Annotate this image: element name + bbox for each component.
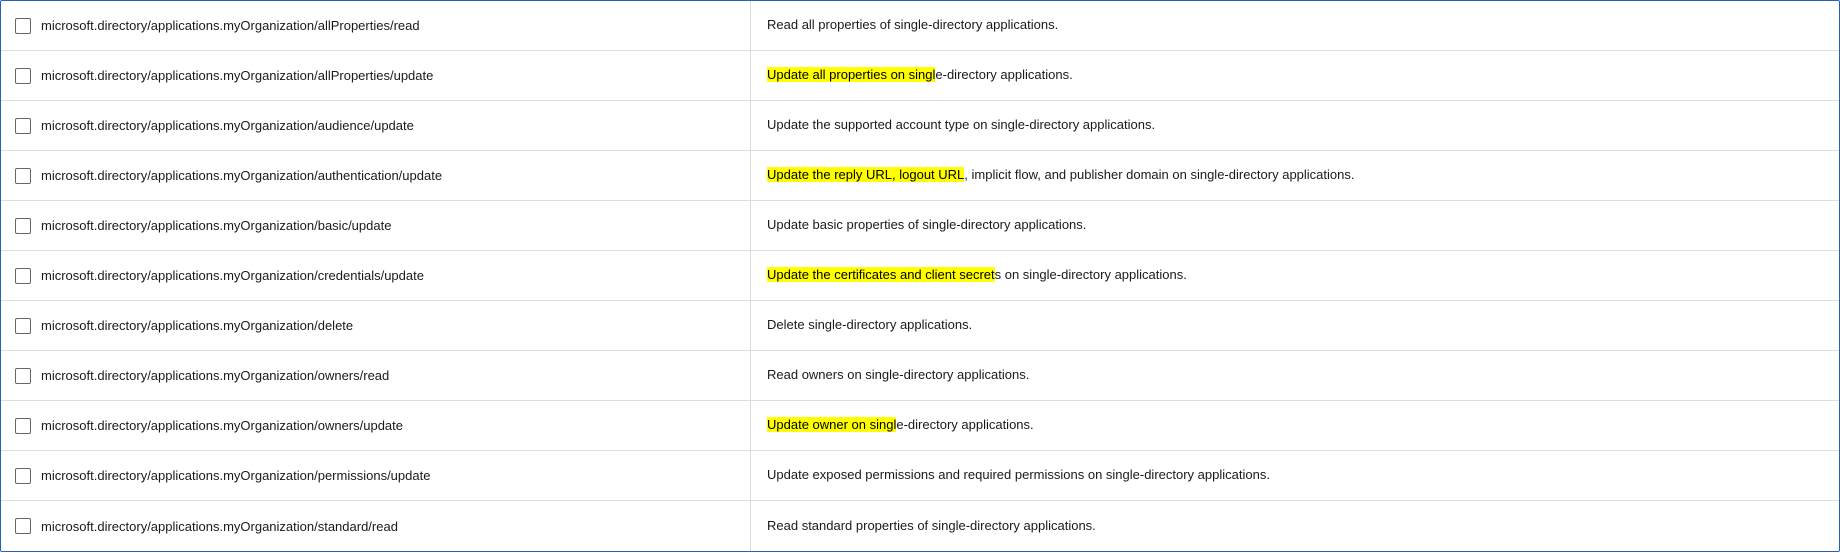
permission-name: microsoft.directory/applications.myOrgan… — [41, 18, 420, 33]
description-text: Update basic properties of single-direct… — [767, 216, 1086, 234]
permissions-table: microsoft.directory/applications.myOrgan… — [0, 0, 1840, 552]
table-row: microsoft.directory/applications.myOrgan… — [1, 451, 1839, 501]
permission-name: microsoft.directory/applications.myOrgan… — [41, 418, 403, 433]
description-cell: Update basic properties of single-direct… — [751, 201, 1839, 250]
description-cell: Update the supported account type on sin… — [751, 101, 1839, 150]
permission-cell: microsoft.directory/applications.myOrgan… — [1, 301, 751, 350]
row-checkbox[interactable] — [15, 268, 31, 284]
table-row: microsoft.directory/applications.myOrgan… — [1, 1, 1839, 51]
table-row: microsoft.directory/applications.myOrgan… — [1, 251, 1839, 301]
row-checkbox[interactable] — [15, 118, 31, 134]
table-row: microsoft.directory/applications.myOrgan… — [1, 151, 1839, 201]
row-checkbox[interactable] — [15, 18, 31, 34]
permission-name: microsoft.directory/applications.myOrgan… — [41, 368, 389, 383]
row-checkbox[interactable] — [15, 68, 31, 84]
table-row: microsoft.directory/applications.myOrgan… — [1, 351, 1839, 401]
table-row: microsoft.directory/applications.myOrgan… — [1, 401, 1839, 451]
permission-name: microsoft.directory/applications.myOrgan… — [41, 168, 442, 183]
description-text: Update the supported account type on sin… — [767, 116, 1155, 134]
permission-name: microsoft.directory/applications.myOrgan… — [41, 519, 398, 534]
permission-name: microsoft.directory/applications.myOrgan… — [41, 268, 424, 283]
permission-cell: microsoft.directory/applications.myOrgan… — [1, 1, 751, 50]
permission-name: microsoft.directory/applications.myOrgan… — [41, 318, 353, 333]
description-cell: Update the certificates and client secre… — [751, 251, 1839, 300]
description-cell: Read all properties of single-directory … — [751, 1, 1839, 50]
permission-name: microsoft.directory/applications.myOrgan… — [41, 118, 414, 133]
description-text: Update exposed permissions and required … — [767, 466, 1270, 484]
row-checkbox[interactable] — [15, 518, 31, 534]
description-text: Read standard properties of single-direc… — [767, 517, 1096, 535]
row-checkbox[interactable] — [15, 368, 31, 384]
permission-cell: microsoft.directory/applications.myOrgan… — [1, 201, 751, 250]
table-row: microsoft.directory/applications.myOrgan… — [1, 201, 1839, 251]
table-row: microsoft.directory/applications.myOrgan… — [1, 501, 1839, 551]
description-cell: Update the reply URL, logout URL, implic… — [751, 151, 1839, 200]
row-checkbox[interactable] — [15, 218, 31, 234]
description-cell: Update owner on single-directory applica… — [751, 401, 1839, 450]
permission-name: microsoft.directory/applications.myOrgan… — [41, 68, 433, 83]
description-cell: Update all properties on single-director… — [751, 51, 1839, 100]
row-checkbox[interactable] — [15, 318, 31, 334]
table-row: microsoft.directory/applications.myOrgan… — [1, 101, 1839, 151]
permission-cell: microsoft.directory/applications.myOrgan… — [1, 501, 751, 551]
permission-cell: microsoft.directory/applications.myOrgan… — [1, 101, 751, 150]
permission-cell: microsoft.directory/applications.myOrgan… — [1, 451, 751, 500]
table-row: microsoft.directory/applications.myOrgan… — [1, 301, 1839, 351]
description-text: Update the certificates and client secre… — [767, 266, 1187, 284]
permission-name: microsoft.directory/applications.myOrgan… — [41, 468, 430, 483]
description-text: Update the reply URL, logout URL, implic… — [767, 166, 1354, 184]
permission-cell: microsoft.directory/applications.myOrgan… — [1, 51, 751, 100]
description-text: Read owners on single-directory applicat… — [767, 366, 1029, 384]
description-text: Update owner on single-directory applica… — [767, 416, 1034, 434]
description-cell: Read owners on single-directory applicat… — [751, 351, 1839, 400]
permission-cell: microsoft.directory/applications.myOrgan… — [1, 251, 751, 300]
description-cell: Delete single-directory applications. — [751, 301, 1839, 350]
description-text: Read all properties of single-directory … — [767, 16, 1058, 34]
row-checkbox[interactable] — [15, 418, 31, 434]
row-checkbox[interactable] — [15, 468, 31, 484]
permission-cell: microsoft.directory/applications.myOrgan… — [1, 151, 751, 200]
description-cell: Update exposed permissions and required … — [751, 451, 1839, 500]
description-text: Delete single-directory applications. — [767, 316, 972, 334]
table-row: microsoft.directory/applications.myOrgan… — [1, 51, 1839, 101]
row-checkbox[interactable] — [15, 168, 31, 184]
description-cell: Read standard properties of single-direc… — [751, 501, 1839, 551]
permission-cell: microsoft.directory/applications.myOrgan… — [1, 401, 751, 450]
description-text: Update all properties on single-director… — [767, 66, 1073, 84]
permission-cell: microsoft.directory/applications.myOrgan… — [1, 351, 751, 400]
permission-name: microsoft.directory/applications.myOrgan… — [41, 218, 391, 233]
